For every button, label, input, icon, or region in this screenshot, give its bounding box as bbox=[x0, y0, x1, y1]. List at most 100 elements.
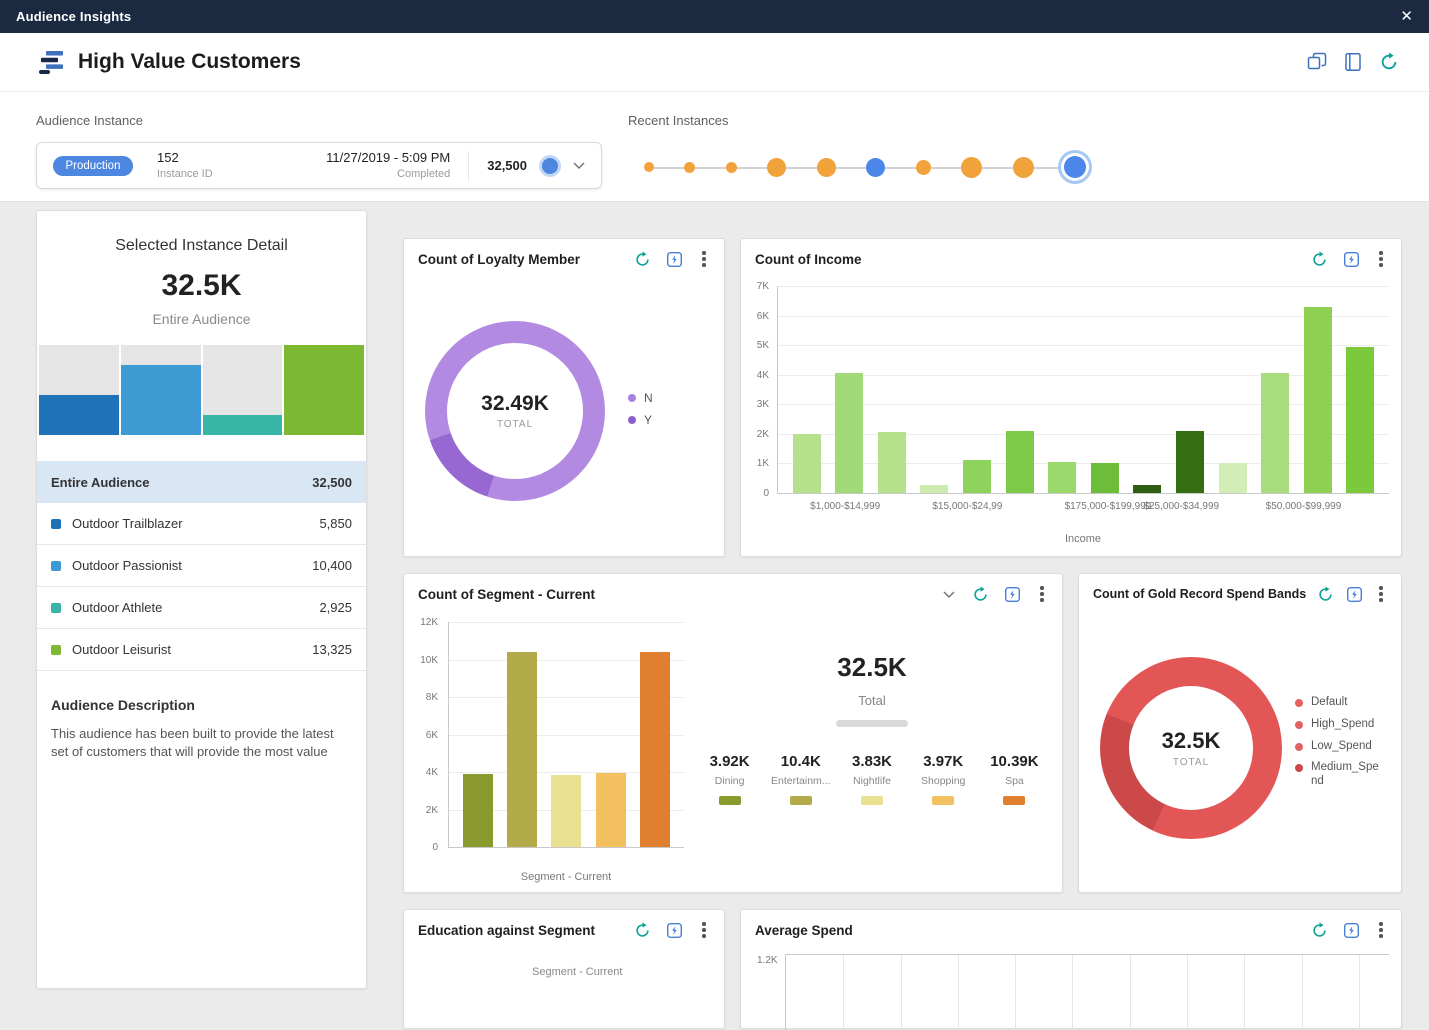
export-icon[interactable] bbox=[666, 922, 683, 939]
bar[interactable] bbox=[963, 460, 991, 493]
kebab-menu-icon[interactable] bbox=[698, 251, 710, 268]
close-icon[interactable]: ✕ bbox=[1400, 9, 1413, 24]
stat-value: 10.4K bbox=[765, 753, 836, 770]
legend-item[interactable]: High_Spend bbox=[1295, 718, 1383, 732]
axis-tick: 3K bbox=[757, 400, 769, 410]
bars bbox=[778, 286, 1389, 493]
legend-item[interactable]: N bbox=[628, 391, 653, 405]
bar[interactable] bbox=[920, 485, 948, 493]
audience-row[interactable]: Outdoor Passionist10,400 bbox=[37, 545, 366, 587]
instance-id-value: 152 bbox=[157, 151, 213, 166]
segment-bar-fill bbox=[121, 365, 201, 435]
detail-title: Selected Instance Detail bbox=[37, 237, 366, 255]
bar[interactable] bbox=[835, 373, 863, 493]
refresh-icon[interactable] bbox=[634, 251, 651, 268]
legend-dot bbox=[1295, 764, 1303, 772]
instance-dot[interactable] bbox=[1013, 157, 1034, 178]
kebab-menu-icon[interactable] bbox=[1375, 922, 1387, 939]
bar[interactable] bbox=[596, 773, 626, 847]
refresh-icon[interactable] bbox=[1379, 52, 1399, 72]
export-icon[interactable] bbox=[1004, 586, 1021, 603]
bar[interactable] bbox=[507, 652, 537, 847]
bar[interactable] bbox=[1261, 373, 1289, 493]
audience-row[interactable]: Outdoor Athlete2,925 bbox=[37, 587, 366, 629]
card-header: Count of Gold Record Spend Bands bbox=[1079, 574, 1401, 614]
legend-item[interactable]: Default bbox=[1295, 696, 1383, 710]
audience-row-label: Outdoor Passionist bbox=[72, 558, 182, 573]
stat-label: Nightlife bbox=[836, 775, 907, 787]
gridline bbox=[1302, 955, 1303, 1030]
kebab-menu-icon[interactable] bbox=[1375, 586, 1387, 603]
legend-item[interactable]: Medium_Spend bbox=[1295, 761, 1383, 789]
window-title: Audience Insights bbox=[16, 9, 131, 24]
bar[interactable] bbox=[1091, 463, 1119, 493]
axis-tick: 8K bbox=[426, 693, 438, 703]
refresh-icon[interactable] bbox=[634, 922, 651, 939]
instance-dot[interactable] bbox=[767, 158, 786, 177]
instance-dot[interactable] bbox=[726, 162, 737, 173]
instance-indicator bbox=[539, 155, 561, 177]
loyalty-member-card: Count of Loyalty Member 32.49K TOTAL NY bbox=[403, 238, 725, 557]
bar[interactable] bbox=[551, 775, 581, 847]
gridline bbox=[1244, 955, 1245, 1030]
stat-label: Shopping bbox=[908, 775, 979, 787]
kebab-menu-icon[interactable] bbox=[1375, 251, 1387, 268]
bar[interactable] bbox=[640, 652, 670, 847]
card-title: Average Spend bbox=[755, 923, 853, 938]
legend-dot bbox=[1295, 721, 1303, 729]
bar[interactable] bbox=[1133, 485, 1161, 493]
recent-instances-label: Recent Instances bbox=[628, 113, 728, 128]
kebab-menu-icon[interactable] bbox=[1036, 586, 1048, 603]
instance-dot[interactable] bbox=[817, 158, 836, 177]
instance-dot[interactable] bbox=[866, 158, 885, 177]
audience-row[interactable]: Entire Audience32,500 bbox=[37, 461, 366, 503]
instance-bar: Audience Instance Production 152 Instanc… bbox=[0, 92, 1429, 202]
instance-dot[interactable] bbox=[644, 162, 654, 172]
bar[interactable] bbox=[1176, 431, 1204, 493]
bar[interactable] bbox=[1048, 462, 1076, 493]
loyalty-donut-chart[interactable]: 32.49K TOTAL bbox=[425, 321, 605, 501]
instance-dot[interactable] bbox=[1064, 156, 1086, 178]
instance-dot[interactable] bbox=[916, 160, 931, 175]
bar[interactable] bbox=[1346, 347, 1374, 493]
refresh-icon[interactable] bbox=[1311, 251, 1328, 268]
export-icon[interactable] bbox=[1343, 922, 1360, 939]
gold-donut-chart[interactable]: 32.5K TOTAL bbox=[1100, 657, 1282, 839]
card-title: Count of Gold Record Spend Bands bbox=[1093, 587, 1306, 601]
export-icon[interactable] bbox=[1343, 251, 1360, 268]
bar[interactable] bbox=[1219, 463, 1247, 493]
legend-item[interactable]: Y bbox=[628, 413, 653, 427]
instance-selector[interactable]: Production 152 Instance ID 11/27/2019 - … bbox=[36, 142, 602, 189]
instance-dot[interactable] bbox=[961, 157, 982, 178]
instance-dot[interactable] bbox=[684, 162, 695, 173]
audience-row[interactable]: Outdoor Trailblazer5,850 bbox=[37, 503, 366, 545]
legend-swatch bbox=[51, 603, 61, 613]
legend-item[interactable]: Low_Spend bbox=[1295, 740, 1383, 754]
catalog-icon[interactable] bbox=[1343, 52, 1363, 72]
bar[interactable] bbox=[878, 432, 906, 493]
chevron-down-icon[interactable] bbox=[940, 586, 957, 603]
bar[interactable] bbox=[793, 434, 821, 493]
bar[interactable] bbox=[463, 774, 493, 848]
kebab-menu-icon[interactable] bbox=[698, 922, 710, 939]
segment-total-label: Total bbox=[694, 693, 1050, 708]
audience-row[interactable]: Outdoor Leisurist13,325 bbox=[37, 629, 366, 671]
refresh-icon[interactable] bbox=[1317, 586, 1334, 603]
gold-legend: Default High_Spend Low_Spend Medium_Spend bbox=[1295, 696, 1383, 797]
card-title: Count of Loyalty Member bbox=[418, 252, 580, 267]
axis-tick: $175,000-$199,999 bbox=[1065, 501, 1152, 512]
chevron-down-icon[interactable] bbox=[573, 162, 585, 169]
segment-bar bbox=[284, 345, 364, 435]
axis-tick: 12K bbox=[420, 618, 438, 628]
bar[interactable] bbox=[1304, 307, 1332, 493]
refresh-icon[interactable] bbox=[972, 586, 989, 603]
segment-bar bbox=[39, 345, 119, 435]
stat: 3.83KNightlife bbox=[836, 753, 907, 805]
windows-icon[interactable] bbox=[1307, 52, 1327, 72]
axis-tick: 0 bbox=[432, 843, 438, 853]
bar[interactable] bbox=[1006, 431, 1034, 493]
refresh-icon[interactable] bbox=[1311, 922, 1328, 939]
instance-date-value: 11/27/2019 - 5:09 PM bbox=[326, 151, 450, 166]
export-icon[interactable] bbox=[666, 251, 683, 268]
export-icon[interactable] bbox=[1346, 586, 1363, 603]
